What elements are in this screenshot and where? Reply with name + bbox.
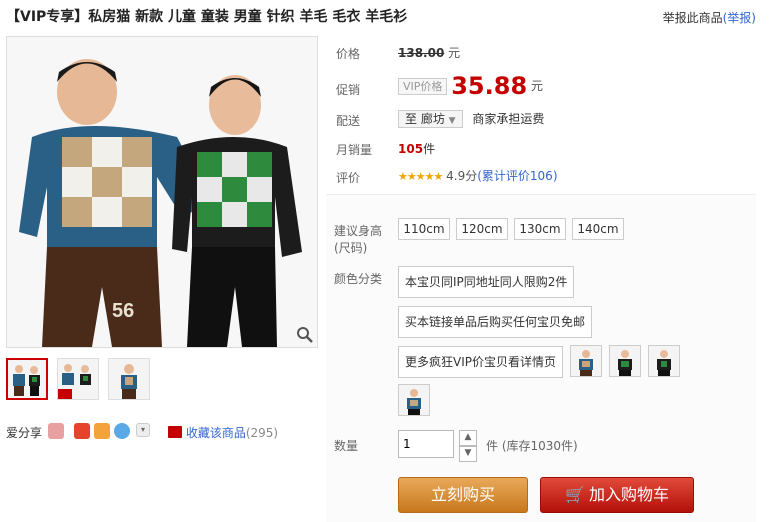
report-area: 举报此商品(举报) — [663, 9, 756, 26]
color-option-3[interactable]: 更多疯狂VIP价宝贝看详情页 — [398, 346, 563, 378]
size-option-120[interactable]: 120cm — [456, 218, 508, 240]
destination-select[interactable]: 至 廊坊 ▼ — [398, 110, 463, 128]
add-to-cart-button[interactable]: 🛒 加入购物车 — [540, 477, 694, 513]
shipping-note: 商家承担运费 — [472, 112, 545, 126]
quantity-decrease-button[interactable]: ▼ — [459, 446, 477, 462]
color-swatch-1[interactable] — [570, 345, 602, 377]
rating-row: ★★★★★ 4.9分(累计评价106) — [398, 167, 558, 184]
weibo-icon[interactable] — [74, 423, 90, 439]
price-label: 价格 — [336, 47, 361, 61]
original-price: 138.00 — [398, 46, 445, 60]
vip-price-tag: VIP价格 — [398, 78, 448, 95]
promo-unit: 元 — [530, 79, 543, 93]
thumbnail-3[interactable] — [108, 358, 150, 400]
zoom-icon[interactable] — [295, 325, 315, 345]
cart-icon: 🛒 — [565, 485, 585, 504]
favorite-area[interactable]: 收藏该商品(295) — [168, 424, 278, 441]
sales-label: 月销量 — [336, 143, 373, 157]
share-bar: 爱分享 ▾ — [6, 423, 150, 441]
size-option-130[interactable]: 130cm — [514, 218, 566, 240]
size-label: 建议身高(尺码) — [334, 224, 383, 255]
destination-value: 至 廊坊 — [405, 112, 445, 126]
chevron-down-icon[interactable]: ▾ — [136, 423, 150, 437]
svg-text:56: 56 — [112, 300, 134, 322]
chevron-down-icon: ▼ — [448, 116, 456, 126]
add-to-cart-label: 加入购物车 — [588, 485, 669, 504]
favorite-count: (295) — [245, 426, 279, 440]
boys-sweater-photo: 56 — [7, 37, 317, 347]
buy-now-button[interactable]: 立刻购买 — [398, 477, 528, 513]
promo-row: VIP价格 35.88 元 — [398, 72, 543, 100]
size-option-140[interactable]: 140cm — [572, 218, 624, 240]
color-label: 颜色分类 — [334, 272, 383, 286]
shipping-row: 至 廊坊 ▼ 商家承担运费 — [398, 110, 545, 128]
shipping-label: 配送 — [336, 114, 361, 128]
sales-unit: 件 — [423, 142, 436, 156]
color-swatch-3[interactable] — [648, 345, 680, 377]
favorite-label[interactable]: 收藏该商品 — [186, 426, 246, 440]
original-price-row: 138.00 元 — [398, 44, 460, 61]
report-link[interactable]: (举报) — [723, 11, 756, 25]
color-swatch-2[interactable] — [609, 345, 641, 377]
sales-count: 105 — [398, 142, 424, 156]
review-count-link[interactable]: (累计评价106) — [477, 169, 557, 183]
thumbnail-1[interactable] — [6, 358, 48, 400]
rating-score: 4.9分 — [446, 169, 478, 183]
star-rating-icon: ★★★★★ — [398, 170, 443, 183]
price-unit: 元 — [448, 46, 461, 60]
color-option-1[interactable]: 本宝贝同IP同地址同人限购2件 — [398, 266, 575, 298]
stock-info: 件 (库存1030件) — [486, 439, 578, 453]
share-icon-1[interactable] — [48, 423, 64, 439]
product-title: 【VIP专享】私房猫 新款 儿童 童装 男童 针织 羊毛 毛衣 羊毛衫 — [6, 9, 408, 25]
share-icon-4[interactable] — [114, 423, 130, 439]
quantity-input[interactable] — [398, 430, 454, 458]
buy-now-label: 立刻购买 — [430, 485, 495, 504]
favorite-icon — [168, 426, 182, 438]
promo-price: 35.88 — [451, 72, 528, 100]
report-text: 举报此商品 — [662, 11, 723, 25]
thumbnail-2[interactable] — [57, 358, 99, 400]
quantity-label: 数量 — [334, 439, 359, 453]
share-icon-3[interactable] — [94, 423, 110, 439]
share-label: 爱分享 — [6, 426, 43, 440]
color-option-2[interactable]: 买本链接单品后购买任何宝贝免邮 — [398, 306, 593, 338]
main-product-image[interactable]: 56 — [6, 36, 318, 348]
size-option-110[interactable]: 110cm — [398, 218, 450, 240]
promo-label: 促销 — [336, 83, 361, 97]
sales-row: 105件 — [398, 140, 435, 157]
color-swatch-4[interactable] — [398, 384, 430, 416]
rating-label: 评价 — [336, 171, 361, 185]
quantity-increase-button[interactable]: ▲ — [459, 430, 477, 446]
